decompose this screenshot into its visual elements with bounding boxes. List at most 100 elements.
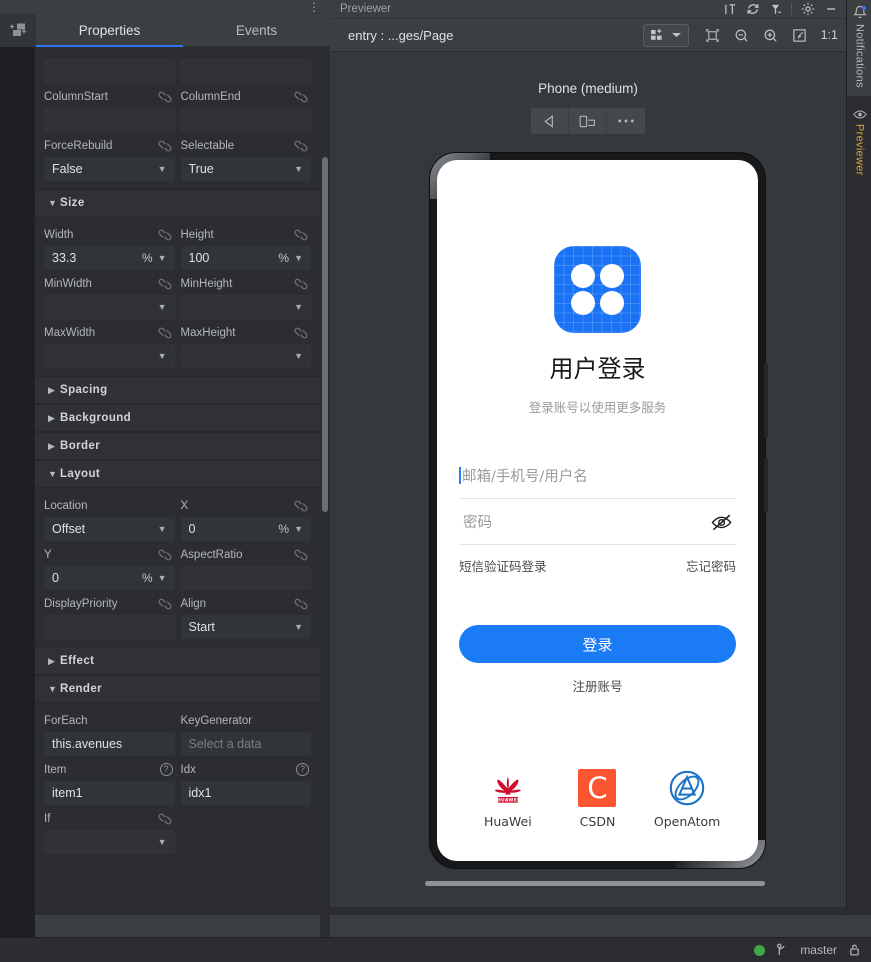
password-input[interactable]: 密码 (459, 499, 736, 545)
field-input-partial-1[interactable] (44, 59, 175, 83)
input-item[interactable]: item1 (44, 781, 175, 805)
input-minwidth[interactable]: ▼ (44, 295, 175, 319)
binding-link-icon[interactable] (293, 229, 309, 241)
input-foreach[interactable]: this.avenues (44, 732, 175, 756)
chevron-down-icon[interactable]: ▼ (294, 302, 306, 312)
scrollbar-thumb[interactable] (322, 157, 328, 512)
binding-link-icon[interactable] (293, 549, 309, 561)
device-side-button-power[interactable] (764, 458, 768, 513)
zoom-ratio-label[interactable]: 1:1 (821, 28, 838, 42)
more-options-icon[interactable] (607, 108, 645, 134)
brand-csdn[interactable]: C CSDN (560, 767, 634, 829)
input-displaypriority[interactable] (44, 615, 175, 639)
input-x[interactable]: 0 % ▼ (180, 517, 311, 541)
rotate-device-icon[interactable] (569, 108, 607, 134)
section-header-effect[interactable]: ▶ Effect (35, 647, 320, 675)
sms-login-link[interactable]: 短信验证码登录 (459, 556, 547, 575)
chevron-down-icon[interactable]: ▼ (294, 164, 306, 174)
binding-link-icon[interactable] (293, 500, 309, 512)
chevron-down-icon[interactable]: ▼ (158, 573, 170, 583)
properties-scrollbar[interactable] (320, 47, 330, 937)
device-grid-dropdown[interactable] (642, 23, 689, 47)
chevron-down-icon[interactable]: ▼ (294, 351, 306, 361)
tab-properties[interactable]: Properties (36, 14, 183, 47)
chevron-down-icon[interactable]: ▼ (294, 253, 306, 263)
section-header-background[interactable]: ▶ Background (35, 404, 320, 432)
rail-item-previewer[interactable]: Previewer (847, 104, 871, 175)
input-height[interactable]: 100 % ▼ (180, 246, 311, 270)
rail-item-notifications[interactable]: Notifications (847, 0, 871, 96)
input-idx[interactable]: idx1 (180, 781, 311, 805)
section-header-layout[interactable]: ▼ Layout (35, 460, 320, 488)
binding-link-icon[interactable] (157, 813, 173, 825)
binding-link-icon[interactable] (157, 549, 173, 561)
section-header-render[interactable]: ▼ Render (35, 675, 320, 703)
input-columnend[interactable] (180, 108, 311, 132)
dropdown-selectable[interactable]: True ▼ (180, 157, 311, 181)
section-header-spacing[interactable]: ▶ Spacing (35, 376, 320, 404)
previewer-canvas[interactable]: Phone (medium) 用户登录 登录账号以使用更多服务 邮箱/手机号/用… (330, 52, 846, 907)
component-add-icon[interactable] (0, 14, 36, 46)
input-keygenerator[interactable]: Select a data (180, 732, 311, 756)
binding-link-icon[interactable] (157, 327, 173, 339)
dropdown-location[interactable]: Offset ▼ (44, 517, 175, 541)
input-y[interactable]: 0 % ▼ (44, 566, 175, 590)
section-header-size[interactable]: ▼ Size (35, 189, 320, 217)
chevron-down-icon[interactable]: ▼ (158, 253, 170, 263)
app-screen[interactable]: 用户登录 登录账号以使用更多服务 邮箱/手机号/用户名 密码 短信验证码登录 忘… (437, 160, 758, 861)
properties-scroll-area[interactable]: ColumnStart ColumnEnd ForceRebuild False… (0, 47, 330, 937)
binding-link-icon[interactable] (293, 278, 309, 290)
chevron-down-icon[interactable]: ▼ (294, 622, 306, 632)
dropdown-align[interactable]: Start ▼ (180, 615, 311, 639)
tab-events[interactable]: Events (183, 14, 330, 46)
binding-link-icon[interactable] (157, 140, 173, 152)
chevron-down-icon[interactable]: ▼ (294, 524, 306, 534)
input-width[interactable]: 33.3 % ▼ (44, 246, 175, 270)
device-side-button-volume[interactable] (764, 363, 768, 438)
chevron-down-icon[interactable]: ▼ (158, 351, 170, 361)
username-input[interactable]: 邮箱/手机号/用户名 (459, 453, 736, 499)
binding-link-icon[interactable] (293, 327, 309, 339)
input-minheight[interactable]: ▼ (180, 295, 311, 319)
settings-gear-icon[interactable] (801, 2, 815, 16)
binding-link-icon[interactable] (157, 229, 173, 241)
dropdown-forcerebuild[interactable]: False ▼ (44, 157, 175, 181)
help-question-icon[interactable]: ? (159, 763, 173, 776)
login-button[interactable]: 登录 (459, 625, 736, 663)
forgot-password-link[interactable]: 忘记密码 (686, 556, 736, 575)
preview-horizontal-scrollbar[interactable] (425, 881, 765, 886)
back-arrow-icon[interactable] (531, 108, 569, 134)
eye-off-icon[interactable] (710, 512, 734, 532)
brand-huawei[interactable]: HUAWEI HuaWei (471, 767, 545, 829)
binding-link-icon[interactable] (157, 91, 173, 103)
chevron-down-icon[interactable]: ▼ (158, 164, 170, 174)
chevron-down-icon[interactable]: ▼ (158, 837, 170, 847)
input-if[interactable]: ▼ (44, 830, 175, 854)
minimize-icon[interactable] (824, 2, 838, 16)
text-size-icon[interactable] (724, 3, 737, 16)
help-question-icon[interactable]: ? (296, 763, 309, 776)
binding-link-icon[interactable] (293, 91, 309, 103)
git-branch-icon[interactable] (776, 943, 789, 958)
input-maxheight[interactable]: ▼ (180, 344, 311, 368)
chevron-down-icon[interactable]: ▼ (158, 302, 170, 312)
zoom-in-icon[interactable] (763, 28, 778, 43)
zoom-out-icon[interactable] (734, 28, 749, 43)
binding-link-icon[interactable] (293, 598, 309, 610)
brand-openatom[interactable]: OpenAtom (650, 767, 724, 829)
inspector-icon[interactable] (769, 3, 782, 16)
chevron-down-icon[interactable]: ▼ (158, 524, 170, 534)
field-input-partial-2[interactable] (180, 59, 311, 83)
register-link[interactable]: 注册账号 (437, 676, 758, 695)
binding-link-icon[interactable] (157, 598, 173, 610)
lock-icon[interactable] (848, 943, 861, 957)
refresh-icon[interactable] (746, 2, 760, 16)
select-frame-icon[interactable] (705, 28, 720, 43)
fit-screen-icon[interactable] (792, 28, 807, 43)
git-branch-label[interactable]: master (800, 943, 837, 957)
input-columnstart[interactable] (44, 108, 175, 132)
input-aspectratio[interactable] (180, 566, 311, 590)
binding-link-icon[interactable] (157, 278, 173, 290)
binding-link-icon[interactable] (293, 140, 309, 152)
input-maxwidth[interactable]: ▼ (44, 344, 175, 368)
